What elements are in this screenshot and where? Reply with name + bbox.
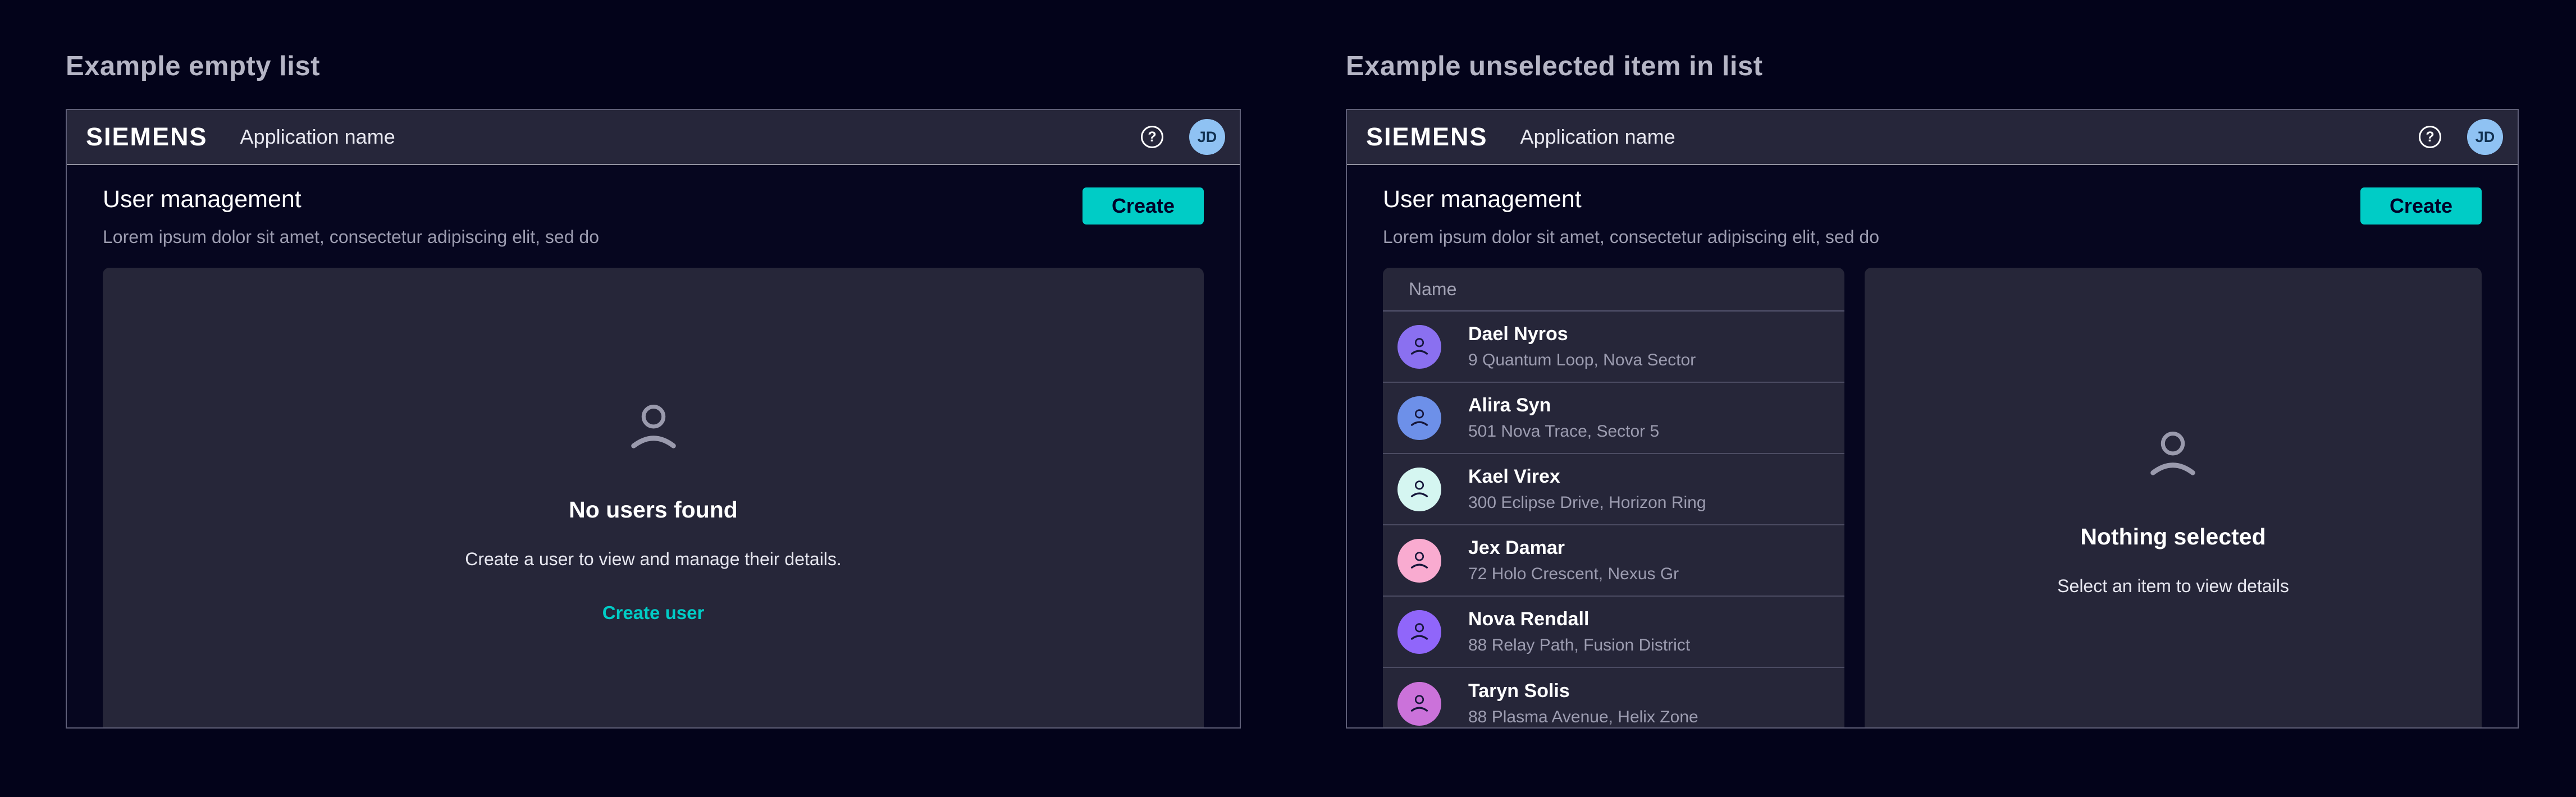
create-user-link[interactable]: Create user: [602, 602, 705, 624]
user-text: Jex Damar 72 Holo Crescent, Nexus Gr: [1468, 537, 1679, 584]
example-title: Example empty list: [66, 0, 1241, 82]
example-unselected-item-section: Example unselected item in list SIEMENS …: [1346, 0, 2519, 729]
user-name: Dael Nyros: [1468, 323, 1696, 345]
empty-state: No users found Create a user to view and…: [465, 401, 842, 624]
app-header-bar: SIEMENS Application name ? JD: [67, 110, 1240, 165]
person-icon: [625, 401, 682, 453]
user-name: Kael Virex: [1468, 466, 1706, 488]
user-avatar-icon: [1397, 396, 1441, 440]
user-avatar[interactable]: JD: [2467, 119, 2503, 155]
user-text: Dael Nyros 9 Quantum Loop, Nova Sector: [1468, 323, 1696, 370]
user-avatar-icon: [1397, 682, 1441, 726]
help-icon[interactable]: ?: [1141, 126, 1163, 148]
help-glyph: ?: [1148, 129, 1156, 145]
siemens-logo: SIEMENS: [1366, 122, 1488, 152]
user-avatar-icon: [1397, 468, 1441, 511]
person-icon: [1409, 337, 1430, 356]
user-avatar[interactable]: JD: [1189, 119, 1225, 155]
nothing-selected-state: Nothing selected Select an item to view …: [2057, 428, 2289, 597]
person-icon: [1409, 479, 1430, 499]
detail-panel: Nothing selected Select an item to view …: [1865, 268, 2482, 727]
user-text: Alira Syn 501 Nova Trace, Sector 5: [1468, 395, 1659, 441]
user-address: 88 Relay Path, Fusion District: [1468, 636, 1690, 655]
card-body: User management Lorem ipsum dolor sit am…: [67, 165, 1240, 727]
empty-list-panel: No users found Create a user to view and…: [103, 268, 1204, 727]
person-icon: [1409, 551, 1430, 570]
user-address: 9 Quantum Loop, Nova Sector: [1468, 351, 1696, 370]
user-list-item[interactable]: Alira Syn 501 Nova Trace, Sector 5: [1383, 383, 1844, 454]
nothing-selected-description: Select an item to view details: [2057, 576, 2289, 597]
example-empty-list-section: Example empty list SIEMENS Application n…: [66, 0, 1241, 729]
person-icon: [1409, 694, 1430, 713]
app-window: SIEMENS Application name ? JD User manag…: [66, 109, 1241, 729]
user-address: 501 Nova Trace, Sector 5: [1468, 422, 1659, 441]
user-text: Nova Rendall 88 Relay Path, Fusion Distr…: [1468, 608, 1690, 655]
create-button[interactable]: Create: [1083, 187, 1204, 225]
help-icon[interactable]: ?: [2419, 126, 2441, 148]
user-address: 72 Holo Crescent, Nexus Gr: [1468, 565, 1679, 584]
user-address: 300 Eclipse Drive, Horizon Ring: [1468, 493, 1706, 512]
user-name: Taryn Solis: [1468, 680, 1698, 702]
user-address: 88 Plasma Avenue, Helix Zone: [1468, 708, 1698, 727]
application-name: Application name: [1520, 125, 1675, 149]
user-list-item[interactable]: Kael Virex 300 Eclipse Drive, Horizon Ri…: [1383, 454, 1844, 525]
application-name: Application name: [240, 125, 395, 149]
siemens-logo: SIEMENS: [86, 122, 208, 152]
canvas: Example empty list SIEMENS Application n…: [0, 0, 2576, 797]
content-header-text: User management Lorem ipsum dolor sit am…: [1383, 186, 1879, 248]
user-text: Kael Virex 300 Eclipse Drive, Horizon Ri…: [1468, 466, 1706, 512]
user-name: Nova Rendall: [1468, 608, 1690, 630]
user-avatar-icon: [1397, 610, 1441, 654]
page-title: User management: [1383, 186, 1879, 212]
list-column-header: Name: [1383, 268, 1844, 312]
app-header-bar: SIEMENS Application name ? JD: [1347, 110, 2518, 165]
person-icon: [2145, 428, 2201, 480]
content-header-text: User management Lorem ipsum dolor sit am…: [103, 186, 599, 248]
user-text: Taryn Solis 88 Plasma Avenue, Helix Zone: [1468, 680, 1698, 727]
user-name: Alira Syn: [1468, 395, 1659, 416]
user-list-item[interactable]: Jex Damar 72 Holo Crescent, Nexus Gr: [1383, 525, 1844, 597]
page-subtitle: Lorem ipsum dolor sit amet, consectetur …: [103, 227, 599, 248]
person-icon: [1409, 622, 1430, 642]
user-list-item[interactable]: Nova Rendall 88 Relay Path, Fusion Distr…: [1383, 597, 1844, 668]
create-button[interactable]: Create: [2360, 187, 2482, 225]
user-avatar-icon: [1397, 325, 1441, 369]
page-title: User management: [103, 186, 599, 212]
user-list-panel: Name Dael Nyros 9 Quantum Loop, Nova Sec…: [1383, 268, 1844, 727]
empty-state-description: Create a user to view and manage their d…: [465, 549, 842, 570]
page-subtitle: Lorem ipsum dolor sit amet, consectetur …: [1383, 227, 1879, 248]
list-detail-split: Name Dael Nyros 9 Quantum Loop, Nova Sec…: [1383, 268, 2482, 727]
app-window: SIEMENS Application name ? JD User manag…: [1346, 109, 2519, 729]
content-header: User management Lorem ipsum dolor sit am…: [103, 186, 1204, 248]
nothing-selected-title: Nothing selected: [2080, 524, 2266, 550]
empty-state-title: No users found: [569, 497, 738, 523]
help-glyph: ?: [2426, 129, 2434, 145]
user-name: Jex Damar: [1468, 537, 1679, 559]
user-list-item[interactable]: Dael Nyros 9 Quantum Loop, Nova Sector: [1383, 312, 1844, 383]
user-avatar-icon: [1397, 539, 1441, 583]
example-title: Example unselected item in list: [1346, 0, 2519, 82]
user-list-item[interactable]: Taryn Solis 88 Plasma Avenue, Helix Zone: [1383, 668, 1844, 727]
card-body: User management Lorem ipsum dolor sit am…: [1347, 165, 2518, 727]
content-header: User management Lorem ipsum dolor sit am…: [1383, 186, 2482, 248]
person-icon: [1409, 408, 1430, 428]
